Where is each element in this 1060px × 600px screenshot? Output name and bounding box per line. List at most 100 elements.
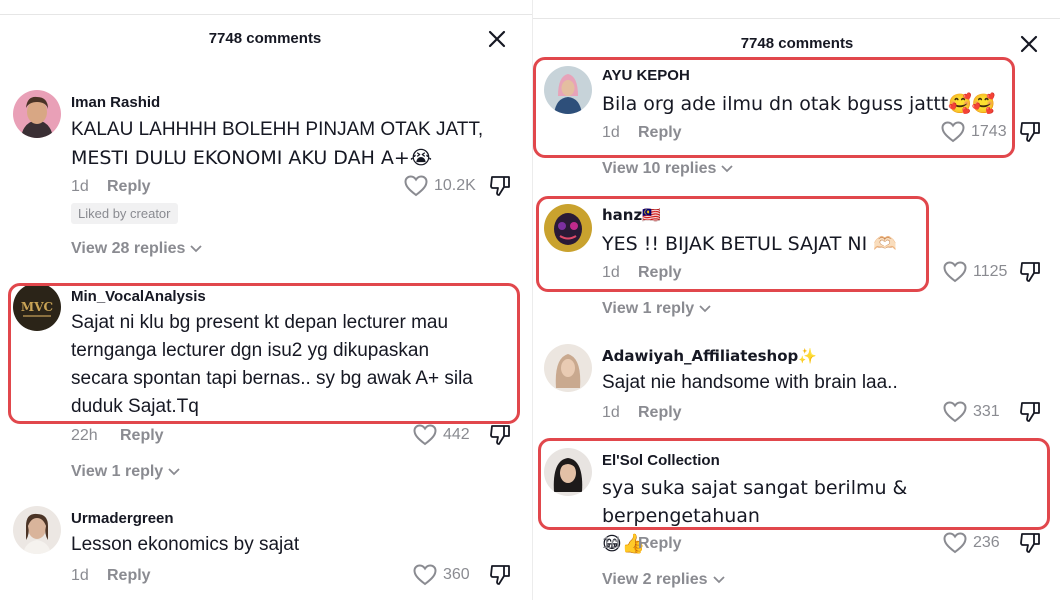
dislike-button[interactable] (1019, 121, 1041, 148)
reply-button[interactable]: Reply (120, 427, 164, 445)
chevron-down-icon (721, 165, 734, 173)
top-divider (0, 14, 532, 15)
thumbs-down-icon (1020, 262, 1040, 282)
comment-text: Sajat nie handsome with brain laa.. (602, 369, 1042, 397)
comment-time: 1d (602, 124, 620, 141)
comment-text: KALAU LAHHHH BOLEHH PINJAM OTAK JATT, ME… (71, 116, 521, 172)
view-replies-label: View 1 reply (71, 463, 164, 480)
heart-outline-icon (413, 424, 437, 446)
dislike-button[interactable] (1019, 261, 1041, 288)
heart-outline-icon (941, 121, 965, 143)
like-button[interactable]: 1125 (943, 261, 1007, 283)
thumbs-down-icon (490, 425, 510, 445)
view-replies-button[interactable]: View 1 reply (71, 463, 181, 481)
close-icon[interactable] (487, 29, 507, 49)
like-button[interactable]: 360 (413, 564, 470, 586)
comment-time: 1d (602, 404, 620, 421)
heart-outline-icon (413, 564, 437, 586)
like-button[interactable]: 442 (413, 424, 470, 446)
svg-text:MVC: MVC (21, 300, 53, 314)
avatar[interactable] (544, 66, 592, 114)
view-replies-button[interactable]: View 1 reply (602, 300, 712, 318)
view-replies-label: View 2 replies (602, 571, 708, 588)
dislike-button[interactable] (1019, 401, 1041, 428)
view-replies-button[interactable]: View 2 replies (602, 571, 726, 589)
heart-outline-icon (943, 532, 967, 554)
avatar[interactable] (13, 90, 61, 138)
comment-text-line: duduk Sajat.Tq (71, 396, 199, 417)
view-replies-button[interactable]: View 28 replies (71, 240, 203, 258)
like-button[interactable]: 1743 (941, 121, 1007, 143)
comment-username[interactable]: El'Sol Collection (602, 452, 720, 469)
comment-username[interactable]: Urmadergreen (71, 510, 174, 527)
dislike-button[interactable] (1019, 532, 1041, 559)
comment-username[interactable]: Adawiyah_Affiliateshop✨ (602, 347, 817, 365)
like-button[interactable]: 236 (943, 532, 1000, 554)
thumbs-down-icon (490, 565, 510, 585)
dislike-button[interactable] (489, 564, 511, 591)
like-button[interactable]: 331 (943, 401, 1000, 423)
view-replies-button[interactable]: View 10 replies (602, 160, 734, 178)
avatar[interactable] (544, 344, 592, 392)
dislike-button[interactable] (489, 175, 511, 202)
comment-time: 1d (71, 567, 89, 584)
reply-button[interactable]: Reply (638, 124, 682, 142)
chevron-down-icon (168, 468, 180, 476)
thumbs-down-icon (1020, 533, 1040, 553)
reply-button[interactable]: Reply (107, 178, 151, 196)
reply-button[interactable]: Reply (638, 404, 682, 422)
dislike-button[interactable] (489, 424, 511, 451)
heart-outline-icon (404, 175, 428, 197)
comment-username[interactable]: Iman Rashid (71, 94, 160, 111)
liked-by-creator-badge: Liked by creator (71, 203, 178, 224)
reply-button[interactable]: Reply (638, 264, 682, 282)
chevron-down-icon (699, 305, 711, 313)
right-comments-panel: 7748 comments AYU KEPOH Bila org ade ilm… (532, 0, 1060, 600)
comment-text: YES !! BIJAK BETUL SAJAT NI 🫶🏻 (602, 230, 1042, 258)
comment-username[interactable]: hanz🇲🇾 (602, 206, 661, 224)
close-icon[interactable] (1019, 34, 1039, 54)
comments-count-title: 7748 comments (208, 30, 322, 47)
like-count: 1125 (973, 263, 1008, 280)
comment-text-line: sya suka sajat sangat berilmu & berpenge… (602, 477, 908, 527)
comment-text-line: YES !! BIJAK BETUL SAJAT NI 🫶🏻 (602, 233, 897, 255)
like-count: 10.2K (434, 177, 476, 194)
view-replies-label: View 1 reply (602, 300, 695, 317)
thumbs-down-icon (490, 176, 510, 196)
view-replies-label: View 28 replies (71, 240, 186, 257)
comment-text-line: Bila org ade ilmu dn otak bguss jattt🥰🥰 (602, 93, 996, 115)
comment-text-line: Lesson ekonomics by sajat (71, 534, 300, 555)
left-comments-panel: 7748 comments Iman Rashid KALAU LAHHHH B… (0, 0, 532, 600)
view-replies-label: View 10 replies (602, 160, 717, 177)
reply-button[interactable]: Reply (107, 567, 151, 585)
comment-time: 22h (71, 427, 98, 444)
comment-text-line: Sajat nie handsome with brain laa.. (602, 372, 898, 393)
comment-text: Sajat ni klu bg present kt depan lecture… (71, 309, 521, 421)
comment-time: 1d (602, 535, 620, 552)
heart-outline-icon (943, 401, 967, 423)
comments-count-title: 7748 comments (740, 35, 854, 52)
chevron-down-icon (190, 245, 203, 253)
reply-button[interactable]: Reply (638, 535, 682, 553)
top-divider (533, 18, 1060, 19)
comment-username[interactable]: AYU KEPOH (602, 67, 690, 84)
chevron-down-icon (712, 576, 725, 584)
comment-text: Bila org ade ilmu dn otak bguss jattt🥰🥰 (602, 90, 1042, 118)
thumbs-down-icon (1020, 402, 1040, 422)
comment-username[interactable]: Min_VocalAnalysis (71, 288, 206, 305)
like-count: 331 (973, 403, 1000, 420)
thumbs-down-icon (1020, 122, 1040, 142)
like-count: 360 (443, 566, 470, 583)
comment-text-line: KALAU LAHHHH BOLEHH PINJAM OTAK JATT, (71, 119, 484, 140)
comment-text-line: MESTI DULU EKONOMI AKU DAH A+😭 (71, 147, 433, 169)
comment-time: 1d (602, 264, 620, 281)
comment-text-line: secara spontan tapi bernas.. sy bg awak … (71, 368, 473, 389)
avatar[interactable] (544, 448, 592, 496)
like-count: 1743 (971, 123, 1007, 140)
comment-text-line: Sajat ni klu bg present kt depan lecture… (71, 312, 449, 333)
avatar[interactable]: MVC (13, 283, 61, 331)
avatar[interactable] (544, 204, 592, 252)
heart-outline-icon (943, 261, 967, 283)
like-button[interactable]: 10.2K (404, 175, 476, 197)
avatar[interactable] (13, 506, 61, 554)
